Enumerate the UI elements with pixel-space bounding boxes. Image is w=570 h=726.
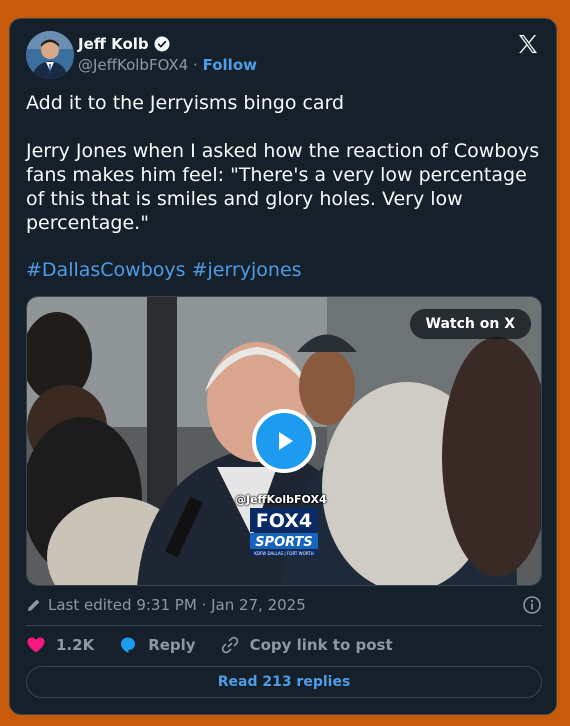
handle-row: @JeffKolbFOX4 · Follow [78,56,257,74]
svg-text:SPORTS: SPORTS [255,535,313,550]
read-replies-button[interactable]: Read 213 replies [26,666,542,698]
hashtag-dallascowboys[interactable]: #DallasCowboys [26,259,186,281]
play-button[interactable] [252,409,316,473]
author-name-row: Jeff Kolb [78,35,171,53]
video-player[interactable]: Watch on X @JeffKolbFOX4 FOX4 SPORTS KDF… [26,296,542,586]
reply-label: Reply [148,636,196,654]
watch-on-x-button[interactable]: Watch on X [409,309,531,339]
verified-badge-icon [154,36,170,52]
like-count: 1.2K [56,636,95,654]
heart-icon [27,637,45,653]
avatar[interactable] [26,31,74,79]
x-logo-icon[interactable] [516,32,540,56]
tweet-text: Add it to the Jerryisms bingo card Jerry… [26,92,540,234]
author-handle[interactable]: @JeffKolbFOX4 [78,56,188,74]
reply-button[interactable]: Reply [118,635,196,655]
hashtags: #DallasCowboys #jerryjones [26,259,302,281]
separator-dot: · [193,56,198,74]
reply-bubble-icon [121,637,136,653]
like-button[interactable]: 1.2K [26,635,94,655]
link-icon [221,636,238,654]
fox4-sports-logo: FOX4 SPORTS KDFW DALLAS | FORT WORTH [250,508,318,556]
copy-link-button[interactable]: Copy link to post [220,635,393,655]
follow-button[interactable]: Follow [203,56,257,74]
svg-text:KDFW DALLAS | FORT WORTH: KDFW DALLAS | FORT WORTH [254,551,313,556]
video-watermark-handle: @JeffKolbFOX4 [235,493,327,506]
divider [26,625,542,626]
hashtag-jerryjones[interactable]: #jerryjones [192,259,302,281]
copy-link-label: Copy link to post [249,636,393,654]
play-icon [279,432,293,450]
pencil-icon [28,599,40,611]
info-icon[interactable] [522,595,542,615]
edit-info-row: Last edited 9:31 PM · Jan 27, 2025 [26,595,542,615]
author-name[interactable]: Jeff Kolb [78,35,149,53]
tweet-card: Jeff Kolb @JeffKolbFOX4 · Follow Add it … [9,18,557,715]
svg-text:FOX4: FOX4 [256,510,312,532]
action-bar: 1.2K Reply Copy link to post [26,635,542,655]
last-edited-text[interactable]: Last edited 9:31 PM · Jan 27, 2025 [48,596,306,614]
